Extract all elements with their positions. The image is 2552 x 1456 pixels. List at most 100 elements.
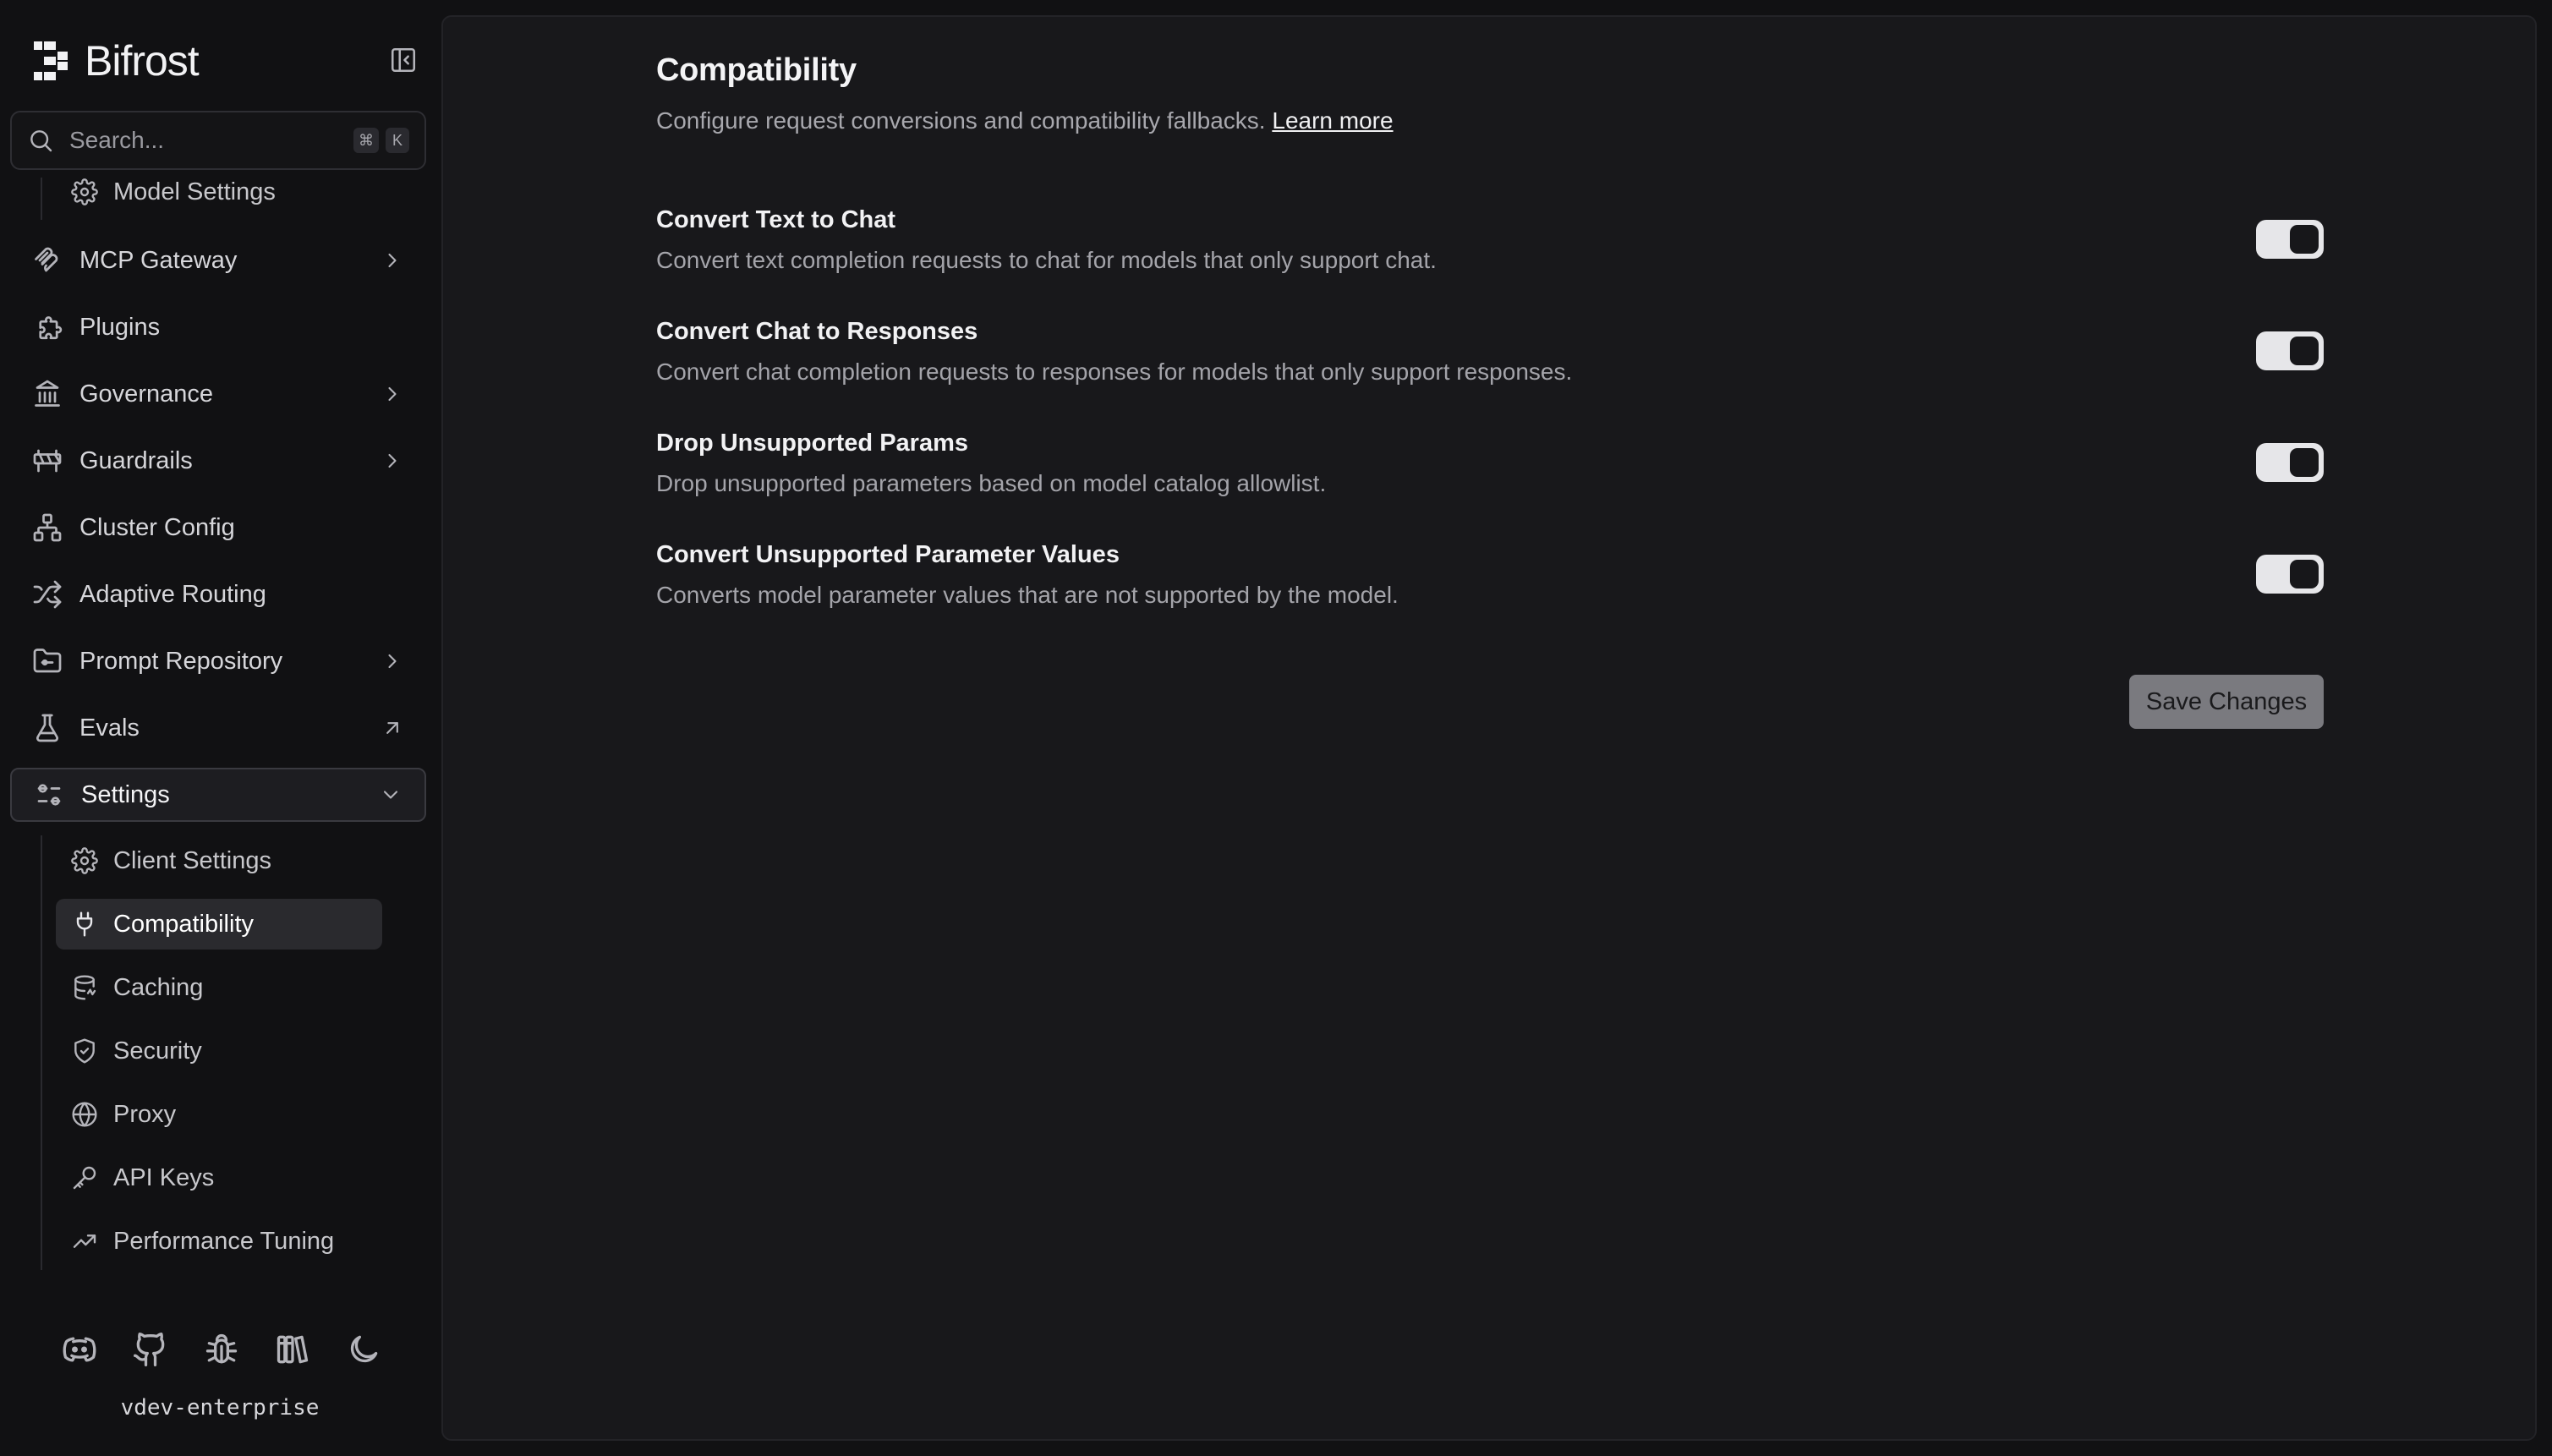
sidebar-item-prompt-repository[interactable]: Prompt Repository <box>10 634 426 688</box>
sidebar-item-label: Evals <box>79 714 140 742</box>
sliders-icon <box>34 780 64 810</box>
setting-title: Convert Chat to Responses <box>656 318 978 345</box>
sidebar-subitem-caching[interactable]: Caching <box>56 962 382 1013</box>
main-panel: Compatibility Configure request conversi… <box>441 15 2537 1441</box>
landmark-icon <box>32 379 63 409</box>
folder-code-icon <box>32 646 63 676</box>
sidebar-item-evals[interactable]: Evals <box>10 701 426 755</box>
search-input[interactable]: Search... ⌘ K <box>10 111 426 170</box>
toggle-knob <box>2290 337 2319 365</box>
app-version: vdev-enterprise <box>120 1395 320 1420</box>
sidebar: Bifrost Search... ⌘ K Model Settings MCP… <box>0 0 440 1456</box>
globe-icon <box>71 1101 98 1128</box>
setting-convert-chat-to-responses: Convert Chat to Responses Convert chat c… <box>656 318 2324 402</box>
sidebar-item-governance[interactable]: Governance <box>10 367 426 421</box>
sidebar-subitem-security[interactable]: Security <box>56 1026 382 1076</box>
sidebar-item-label: Adaptive Routing <box>79 580 266 608</box>
network-icon <box>32 512 63 543</box>
sidebar-item-plugins[interactable]: Plugins <box>10 300 426 354</box>
kbd-k: K <box>386 128 409 153</box>
learn-more-link[interactable]: Learn more <box>1272 107 1393 134</box>
convert-text-to-chat-toggle[interactable] <box>2256 220 2324 259</box>
sidebar-item-label: Settings <box>81 780 170 808</box>
setting-convert-text-to-chat: Convert Text to Chat Convert text comple… <box>656 206 2324 291</box>
sidebar-item-cluster-config[interactable]: Cluster Config <box>10 501 426 555</box>
save-changes-button[interactable]: Save Changes <box>2129 675 2324 729</box>
sidebar-item-label: Cluster Config <box>79 513 235 541</box>
search-icon <box>27 127 54 154</box>
page-description-text: Configure request conversions and compat… <box>656 107 1266 134</box>
sidebar-subitem-client-settings[interactable]: Client Settings <box>56 835 382 886</box>
sidebar-subitem-performance-tuning[interactable]: Performance Tuning <box>56 1216 382 1267</box>
flask-icon <box>32 713 63 743</box>
page-title: Compatibility <box>656 52 857 88</box>
sidebar-subitem-label: Model Settings <box>113 178 276 205</box>
database-icon <box>71 974 98 1001</box>
search-shortcut: ⌘ K <box>353 128 409 153</box>
kbd-cmd: ⌘ <box>353 128 379 153</box>
github-icon[interactable] <box>132 1331 169 1368</box>
sidebar-item-guardrails[interactable]: Guardrails <box>10 434 426 488</box>
setting-convert-unsupported-parameter-values: Convert Unsupported Parameter Values Con… <box>656 541 2324 626</box>
convert-chat-to-responses-toggle[interactable] <box>2256 331 2324 370</box>
sidebar-item-label: Governance <box>79 380 213 408</box>
setting-description: Converts model parameter values that are… <box>656 582 1399 608</box>
convert-unsupported-parameter-values-toggle[interactable] <box>2256 555 2324 594</box>
chevron-right-icon <box>381 449 404 473</box>
app-root: Bifrost Search... ⌘ K Model Settings MCP… <box>0 0 2552 1456</box>
sidebar-item-adaptive-routing[interactable]: Adaptive Routing <box>10 567 426 621</box>
discord-icon[interactable] <box>61 1331 98 1368</box>
setting-description: Convert chat completion requests to resp… <box>656 359 1573 385</box>
moon-icon[interactable] <box>345 1331 382 1368</box>
sidebar-subitem-label: Proxy <box>113 1100 177 1128</box>
setting-description: Convert text completion requests to chat… <box>656 247 1437 273</box>
sidebar-item-mcp-gateway[interactable]: MCP Gateway <box>10 233 426 287</box>
sidebar-subitem-model-settings[interactable]: Model Settings <box>56 167 382 217</box>
sidebar-item-label: MCP Gateway <box>79 246 238 274</box>
setting-description: Drop unsupported parameters based on mod… <box>656 470 1327 496</box>
sidebar-subitem-proxy[interactable]: Proxy <box>56 1089 382 1140</box>
sidebar-subitem-label: Performance Tuning <box>113 1227 335 1255</box>
sidebar-subitem-compatibility[interactable]: Compatibility <box>56 899 382 950</box>
setting-title: Drop Unsupported Params <box>656 430 968 457</box>
gear-icon <box>71 847 98 874</box>
chevron-right-icon <box>381 249 404 272</box>
drop-unsupported-params-toggle[interactable] <box>2256 443 2324 482</box>
submenu-line-top <box>41 178 42 220</box>
chevron-right-icon <box>381 649 404 673</box>
key-icon <box>71 1164 98 1191</box>
page-description: Configure request conversions and compat… <box>656 107 2324 134</box>
mcp-icon <box>32 245 63 276</box>
sidebar-footer-icons <box>61 1329 382 1370</box>
sidebar-collapse-button[interactable] <box>387 44 419 76</box>
bifrost-logo-icon <box>32 40 69 82</box>
sidebar-subitem-label: Caching <box>113 973 204 1001</box>
arrow-up-right-icon <box>381 716 404 740</box>
shield-check-icon <box>71 1037 98 1065</box>
docs-icon[interactable] <box>274 1331 311 1368</box>
setting-title: Convert Unsupported Parameter Values <box>656 541 1120 568</box>
shuffle-icon <box>32 579 63 610</box>
sidebar-subitem-label: Client Settings <box>113 846 271 874</box>
plug-icon <box>71 911 98 938</box>
sidebar-item-label: Plugins <box>79 313 161 341</box>
gear-icon <box>71 178 98 205</box>
toggle-knob <box>2290 448 2319 477</box>
chevron-down-icon <box>379 783 403 807</box>
bug-icon[interactable] <box>203 1331 240 1368</box>
toggle-knob <box>2290 560 2319 588</box>
sidebar-item-label: Guardrails <box>79 446 193 474</box>
chevron-right-icon <box>381 382 404 406</box>
trending-up-icon <box>71 1228 98 1255</box>
compatibility-page: Compatibility Configure request conversi… <box>656 52 2324 729</box>
toggle-knob <box>2290 225 2319 254</box>
sidebar-subitem-api-keys[interactable]: API Keys <box>56 1152 382 1203</box>
brand-name: Bifrost <box>85 37 200 85</box>
submenu-line-settings <box>41 835 42 1270</box>
sidebar-item-label: Prompt Repository <box>79 647 283 675</box>
sidebar-subitem-label: Compatibility <box>113 910 254 938</box>
barrier-icon <box>32 446 63 476</box>
brand[interactable]: Bifrost <box>32 34 200 88</box>
sidebar-subitem-label: API Keys <box>113 1163 215 1191</box>
sidebar-item-settings[interactable]: Settings <box>10 768 426 822</box>
